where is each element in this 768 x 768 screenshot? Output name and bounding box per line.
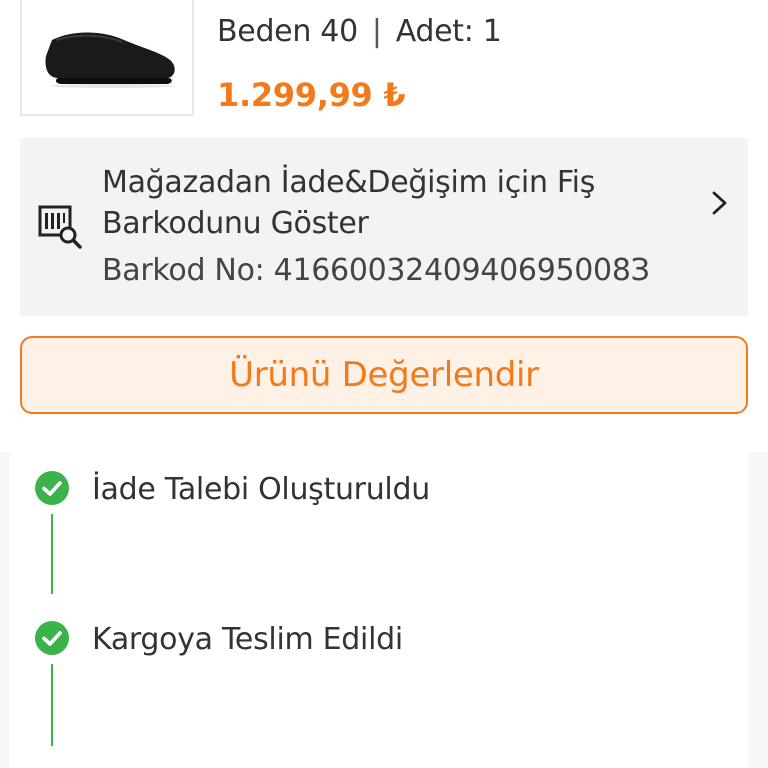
return-status-timeline: İade Talebi Oluşturuldu Kargoya Teslim E… [0,452,768,768]
show-receipt-barcode-card[interactable]: Mağazadan İade&Değişim için Fiş Barkodun… [20,138,748,316]
product-size: Beden 40 [217,14,358,49]
shoe-icon [45,32,175,88]
rate-product-button[interactable]: Ürünü Değerlendir [20,336,748,414]
product-image[interactable] [20,0,194,116]
product-price: 1.299,99 ₺ [217,76,406,114]
timeline-connector [51,514,53,594]
meta-separator: | [371,14,382,49]
timeline-step-label: İade Talebi Oluşturuldu [92,472,430,507]
order-detail-page: Beden 40 | Adet: 1 1.299,99 ₺ Mağazadan İa… [0,0,768,768]
barcode-number: Barkod No: 4166003240940695008З [102,253,650,288]
barcode-card-title: Mağazadan İade&Değişim için Fiş Barkodun… [102,165,596,241]
chevron-right-icon [712,191,727,215]
timeline-connector [51,664,53,746]
timeline-step-label: Kargoya Teslim Edildi [92,622,403,657]
product-quantity: Adet: 1 [395,14,502,49]
barcode-search-icon [38,205,82,249]
check-circle-icon [35,621,69,655]
check-circle-icon [35,471,69,505]
product-variant-info: Beden 40 | Adet: 1 [217,14,502,49]
timeline-card: İade Talebi Oluşturuldu Kargoya Teslim E… [10,452,748,768]
